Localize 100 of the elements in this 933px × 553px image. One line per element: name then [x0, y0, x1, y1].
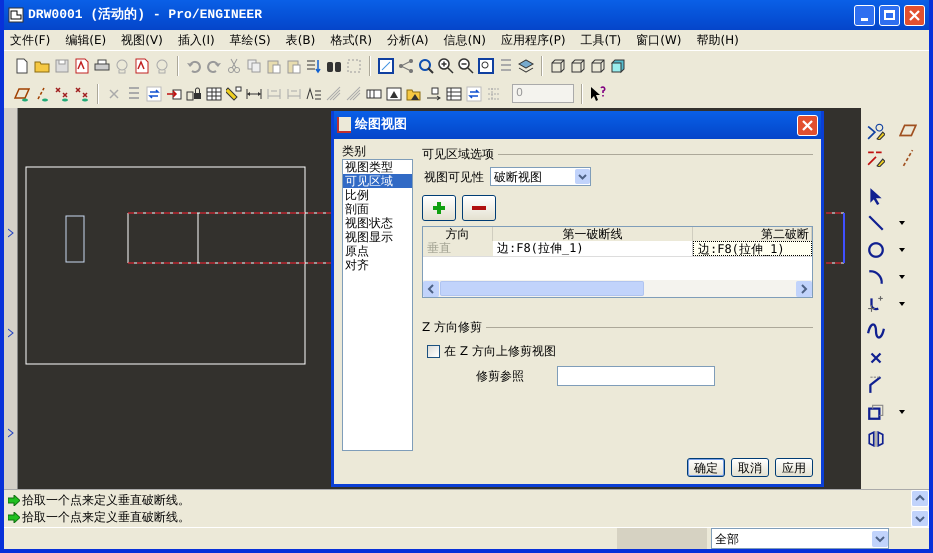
- sheet-icon[interactable]: [378, 58, 394, 74]
- pdf-icon[interactable]: [74, 58, 90, 74]
- menu-item[interactable]: 信息(N): [444, 31, 486, 49]
- close-button[interactable]: [904, 4, 925, 26]
- layers-icon[interactable]: [518, 58, 534, 74]
- message-scrollbar[interactable]: [911, 490, 929, 527]
- dropdown-value: 破断视图: [493, 168, 542, 186]
- nodes-icon[interactable]: [398, 58, 414, 74]
- menu-item[interactable]: 帮助(H): [696, 31, 739, 49]
- dropdown-caret-icon[interactable]: [899, 248, 905, 252]
- cube-icon[interactable]: [550, 58, 566, 74]
- refresh-icon[interactable]: [146, 86, 162, 102]
- scroll-left-icon[interactable]: [423, 280, 439, 296]
- trim-reference-field[interactable]: [557, 366, 715, 386]
- table-icon[interactable]: [206, 86, 222, 102]
- arrow-right-icon: [8, 512, 20, 522]
- constraint-pencil-icon[interactable]: [867, 149, 885, 167]
- broken-view-end-drawing: [826, 212, 845, 264]
- menu-item[interactable]: 分析(A): [387, 31, 429, 49]
- close-icon: [802, 120, 813, 130]
- category-item[interactable]: 比例: [343, 188, 412, 202]
- search-icon[interactable]: [418, 58, 434, 74]
- visibility-dropdown[interactable]: 破断视图: [490, 167, 591, 186]
- zoom-in-icon[interactable]: [438, 58, 454, 74]
- dropdown-caret-icon[interactable]: [899, 275, 905, 279]
- cross-points-icon[interactable]: [74, 86, 90, 102]
- parallelogram-icon[interactable]: [14, 86, 30, 102]
- dropdown-caret-icon[interactable]: [899, 221, 905, 225]
- move-icon[interactable]: [426, 86, 442, 102]
- menu-item[interactable]: 应用程序(P): [500, 31, 566, 49]
- maximize-button[interactable]: [879, 4, 900, 26]
- scrollbar-thumb[interactable]: [440, 281, 644, 296]
- add-button[interactable]: [422, 195, 456, 221]
- horizontal-scrollbar[interactable]: [423, 280, 812, 297]
- printer-icon[interactable]: [94, 58, 110, 74]
- shaded-cube-icon[interactable]: [610, 58, 626, 74]
- visibility-label: 视图可见性: [424, 168, 484, 186]
- plus-icon: [433, 202, 445, 214]
- menu-item[interactable]: 插入(I): [178, 31, 215, 49]
- dialog-window-icon: [337, 117, 351, 133]
- dropdown-caret-icon[interactable]: [899, 410, 905, 414]
- line-icon[interactable]: [867, 214, 885, 232]
- category-item[interactable]: 可见区域: [343, 174, 412, 188]
- minimize-button[interactable]: [854, 4, 875, 26]
- scroll-down-icon[interactable]: [911, 510, 929, 527]
- checkbox[interactable]: [427, 344, 440, 358]
- remove-button[interactable]: [462, 195, 496, 221]
- list-arrow-icon[interactable]: [306, 58, 322, 74]
- menu-item[interactable]: 编辑(E): [65, 31, 106, 49]
- mirror-icon[interactable]: [867, 430, 885, 448]
- minus-icon: [472, 206, 486, 210]
- dropdown-caret-icon[interactable]: [899, 302, 905, 306]
- menu-item[interactable]: 草绘(S): [230, 31, 271, 49]
- category-item[interactable]: 视图类型: [343, 160, 412, 174]
- arc-icon[interactable]: [867, 268, 885, 286]
- spline-icon[interactable]: [867, 322, 885, 340]
- trim-reference-label: 修剪参照: [476, 368, 524, 385]
- category-item[interactable]: 对齐: [343, 258, 412, 272]
- text-icon[interactable]: [306, 86, 322, 102]
- category-item[interactable]: 原点: [343, 244, 412, 258]
- menu-item[interactable]: 文件(F): [10, 31, 50, 49]
- menu-item[interactable]: 工具(T): [580, 31, 622, 49]
- dialog-title: 绘图视图: [355, 116, 407, 134]
- fillet-icon[interactable]: [867, 295, 885, 313]
- zoom-fit-icon[interactable]: [478, 58, 494, 74]
- dimension-pencil-icon[interactable]: [867, 122, 885, 140]
- circle-icon[interactable]: [867, 241, 885, 259]
- refresh-icon[interactable]: [466, 86, 482, 102]
- scroll-up-icon[interactable]: [911, 490, 929, 507]
- dialog-button[interactable]: 应用: [775, 458, 813, 477]
- pdf-icon[interactable]: [134, 58, 150, 74]
- dialog-button[interactable]: 确定: [687, 458, 725, 477]
- category-item[interactable]: 视图显示: [343, 230, 412, 244]
- table-cell: 垂直: [423, 241, 493, 256]
- filter-dropdown[interactable]: 全部: [711, 528, 889, 549]
- small-view-outline: [66, 216, 84, 262]
- zoom-out-icon[interactable]: [458, 58, 474, 74]
- menu-item[interactable]: 视图(V): [121, 31, 163, 49]
- dialog-button[interactable]: 取消: [731, 458, 769, 477]
- dialog-close-button[interactable]: [797, 114, 818, 136]
- document-icon[interactable]: [14, 58, 30, 74]
- menu-item[interactable]: 窗口(W): [636, 31, 682, 49]
- dropdown-caret-icon[interactable]: [872, 530, 888, 546]
- menu-item[interactable]: 表(B): [286, 31, 316, 49]
- lock-icon[interactable]: [186, 86, 202, 102]
- grid-icon[interactable]: [446, 86, 462, 102]
- cross-points-icon[interactable]: [54, 86, 70, 102]
- paste-icon[interactable]: [266, 58, 282, 74]
- highlighter-icon[interactable]: [226, 86, 242, 102]
- checkbox-label[interactable]: 在 Z 方向上修剪视图: [444, 342, 556, 360]
- cube-icon[interactable]: [590, 58, 606, 74]
- offset-icon[interactable]: [867, 403, 885, 421]
- category-item[interactable]: 视图状态: [343, 216, 412, 230]
- menu-item[interactable]: 格式(R): [330, 31, 372, 49]
- help-pointer-icon[interactable]: [590, 86, 606, 102]
- scroll-right-icon[interactable]: [796, 280, 812, 296]
- drawing-app-icon: [8, 7, 24, 23]
- cube-icon[interactable]: [570, 58, 586, 74]
- close-icon: [909, 10, 920, 20]
- category-item[interactable]: 剖面: [343, 202, 412, 216]
